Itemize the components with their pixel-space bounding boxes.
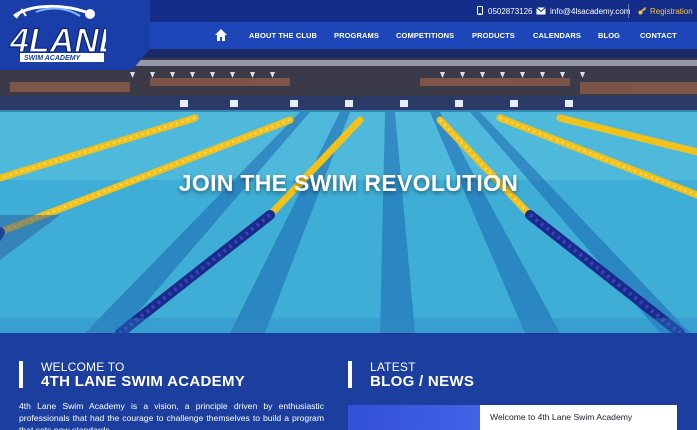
news-thumbnail[interactable] [348, 405, 480, 430]
logo-image: 4LANE SWIM ACADEMY [8, 4, 106, 62]
nav-calendars[interactable]: CALENDARS [533, 31, 581, 40]
blog-eyebrow: LATEST [370, 360, 416, 374]
welcome-text: 4th Lane Swim Academy is a vision, a pri… [19, 401, 324, 430]
blog-heading: BLOG / NEWS [370, 373, 475, 390]
news-card[interactable]: Welcome to 4th Lane Swim Academy [480, 405, 677, 430]
nav-contact[interactable]: CONTACT [640, 31, 677, 40]
nav-products[interactable]: PRODUCTS [472, 31, 515, 40]
news-card-title[interactable]: Welcome to 4th Lane Swim Academy [490, 412, 632, 422]
logo-subtitle: SWIM ACADEMY [24, 55, 81, 62]
registration-label: Registration [650, 7, 693, 16]
welcome-heading: 4TH LANE SWIM ACADEMY [41, 373, 246, 390]
email-address: info@4lsacademy.com [550, 7, 631, 16]
intro-section: WELCOME TO 4TH LANE SWIM ACADEMY 4th Lan… [0, 333, 697, 430]
welcome-eyebrow: WELCOME TO [41, 360, 125, 374]
envelope-icon [536, 6, 546, 17]
hero-headline: JOIN THE SWIM REVOLUTION [178, 170, 519, 196]
phone-icon [476, 6, 484, 17]
site-logo[interactable]: 4LANE SWIM ACADEMY [0, 0, 150, 70]
key-icon [638, 6, 646, 17]
home-icon[interactable] [214, 28, 228, 42]
phone-link[interactable]: 0502873126 [476, 5, 533, 18]
registration-link[interactable]: Registration [638, 5, 693, 18]
nav-competitions[interactable]: COMPETITIONS [396, 31, 454, 40]
nav-programs[interactable]: PROGRAMS [334, 31, 379, 40]
phone-number: 0502873126 [488, 7, 533, 16]
nav-about-the-club[interactable]: ABOUT THE CLUB [249, 31, 317, 40]
nav-blog[interactable]: BLOG [598, 31, 620, 40]
email-link[interactable]: info@4lsacademy.com [536, 5, 630, 18]
blog-accent-bar [348, 361, 352, 388]
topbar-divider [628, 4, 629, 18]
welcome-accent-bar [19, 361, 23, 388]
